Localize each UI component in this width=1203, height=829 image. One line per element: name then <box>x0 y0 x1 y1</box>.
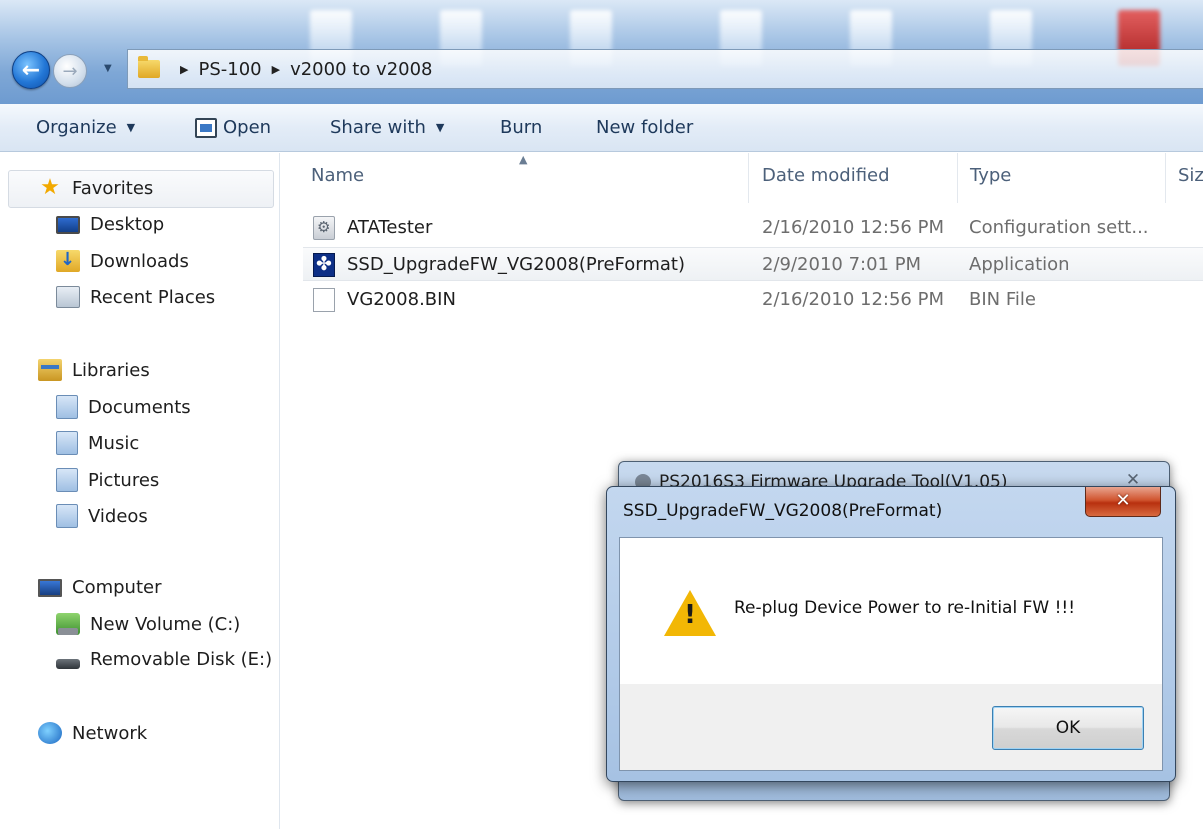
nav-item-pictures[interactable]: Pictures <box>56 468 159 492</box>
table-row[interactable]: ATATester 2/16/2010 12:56 PM Configurati… <box>303 211 1203 245</box>
blank-file-icon <box>313 288 335 312</box>
downloads-icon <box>56 249 80 272</box>
chevron-down-icon: ▼ <box>435 121 445 134</box>
nav-label: Music <box>88 432 140 454</box>
nav-item-desktop[interactable]: Desktop <box>56 214 164 235</box>
column-divider[interactable] <box>1165 153 1166 203</box>
forward-button[interactable]: → <box>53 54 87 88</box>
libraries-icon <box>38 359 62 381</box>
nav-label: Computer <box>72 577 162 598</box>
pictures-icon <box>56 468 78 492</box>
column-header-type[interactable]: Type <box>970 165 1011 186</box>
nav-label: Videos <box>88 505 148 527</box>
dialog-message: Re-plug Device Power to re-Initial FW !!… <box>734 598 1076 618</box>
recent-pages-dropdown[interactable]: ▼ <box>104 63 112 74</box>
nav-item-removable-disk[interactable]: Removable Disk (E:) <box>56 649 272 670</box>
folder-icon <box>138 56 160 78</box>
dialog-close-button[interactable]: ✕ <box>1085 487 1161 517</box>
column-header-size[interactable]: Size <box>1178 165 1203 186</box>
back-arrow-icon: ← <box>21 57 41 83</box>
warning-exclamation-icon: ! <box>684 600 696 630</box>
nav-item-recent-places[interactable]: Recent Places <box>56 286 215 308</box>
nav-label: Libraries <box>72 359 150 381</box>
organize-label: Organize <box>36 117 117 138</box>
window-title-area: ← → ▼ ▶ PS-100 ▶ v2000 to v2008 <box>0 0 1203 104</box>
file-name: SSD_UpgradeFW_VG2008(PreFormat) <box>347 254 685 275</box>
nav-item-documents[interactable]: Documents <box>56 395 191 419</box>
nav-label: Downloads <box>90 250 189 272</box>
table-row[interactable]: VG2008.BIN 2/16/2010 12:56 PM BIN File <box>303 283 1203 317</box>
file-date: 2/16/2010 12:56 PM <box>762 217 944 238</box>
desktop-icon <box>56 215 80 234</box>
chevron-down-icon: ▼ <box>126 121 136 134</box>
burn-label: Burn <box>500 117 543 138</box>
new-folder-label: New folder <box>596 117 694 138</box>
computer-icon <box>38 578 62 597</box>
nav-item-music[interactable]: Music <box>56 431 139 455</box>
removable-disk-icon <box>56 658 80 669</box>
nav-label: Desktop <box>90 214 165 235</box>
nav-item-network[interactable]: Network <box>38 722 147 744</box>
dialog-message-area: ! Re-plug Device Power to re-Initial FW … <box>620 538 1162 684</box>
share-with-button[interactable]: Share with ▼ <box>330 117 444 138</box>
address-bar[interactable]: ▶ PS-100 ▶ v2000 to v2008 <box>127 49 1203 89</box>
dialog-title: SSD_UpgradeFW_VG2008(PreFormat) <box>623 501 943 521</box>
navigation-pane: ★ Favorites Desktop Downloads Recent Pla… <box>0 153 280 829</box>
file-type: BIN File <box>969 289 1036 310</box>
breadcrumb-item[interactable]: PS-100 <box>198 59 261 80</box>
command-bar: Organize ▼ Open Share with ▼ Burn New fo… <box>0 104 1203 152</box>
nav-label: Favorites <box>72 177 154 199</box>
nav-label: Documents <box>88 396 191 418</box>
burn-button[interactable]: Burn <box>500 117 542 138</box>
ok-button[interactable]: OK <box>992 706 1144 750</box>
column-divider[interactable] <box>957 153 958 203</box>
nav-label: Network <box>72 722 148 744</box>
drive-icon <box>56 613 80 635</box>
file-date: 2/16/2010 12:56 PM <box>762 289 944 310</box>
file-date: 2/9/2010 7:01 PM <box>762 254 922 275</box>
dialog-body: ! Re-plug Device Power to re-Initial FW … <box>619 537 1163 771</box>
open-button[interactable]: Open <box>195 117 271 138</box>
application-icon <box>313 253 335 277</box>
file-type: Configuration sett... <box>969 217 1149 238</box>
open-icon <box>195 117 217 138</box>
nav-label: Removable Disk (E:) <box>90 649 273 670</box>
table-row[interactable]: SSD_UpgradeFW_VG2008(PreFormat) 2/9/2010… <box>303 247 1203 281</box>
breadcrumb-separator-icon[interactable]: ▶ <box>272 63 280 76</box>
organize-button[interactable]: Organize ▼ <box>36 117 135 138</box>
recent-places-icon <box>56 286 80 308</box>
network-icon <box>38 722 62 744</box>
breadcrumb-separator-icon[interactable]: ▶ <box>180 63 188 76</box>
star-icon: ★ <box>40 175 60 200</box>
nav-label: Pictures <box>88 469 160 491</box>
nav-label: New Volume (C:) <box>90 613 241 635</box>
new-folder-button[interactable]: New folder <box>596 117 693 138</box>
settings-file-icon <box>313 216 335 240</box>
nav-item-favorites[interactable]: ★ Favorites <box>38 177 153 199</box>
file-name: ATATester <box>347 217 433 238</box>
nav-item-new-volume[interactable]: New Volume (C:) <box>56 613 240 635</box>
nav-item-downloads[interactable]: Downloads <box>56 249 189 272</box>
nav-item-videos[interactable]: Videos <box>56 504 148 528</box>
videos-icon <box>56 504 78 528</box>
message-dialog: SSD_UpgradeFW_VG2008(PreFormat) ✕ ! Re-p… <box>606 486 1176 782</box>
sort-ascending-icon: ▲ <box>519 153 528 166</box>
share-with-label: Share with <box>330 117 426 138</box>
nav-item-computer[interactable]: Computer <box>38 577 161 598</box>
column-header-date-modified[interactable]: Date modified <box>762 165 890 186</box>
file-type: Application <box>969 254 1070 275</box>
music-icon <box>56 431 78 455</box>
nav-item-libraries[interactable]: Libraries <box>38 359 150 381</box>
column-divider[interactable] <box>748 153 749 203</box>
back-button[interactable]: ← <box>12 51 50 89</box>
file-name: VG2008.BIN <box>347 289 456 310</box>
breadcrumb-item[interactable]: v2000 to v2008 <box>290 59 432 80</box>
nav-label: Recent Places <box>90 286 216 308</box>
open-label: Open <box>223 117 272 138</box>
documents-icon <box>56 395 78 419</box>
column-header-name[interactable]: Name <box>311 165 364 186</box>
forward-arrow-icon: → <box>62 60 78 82</box>
